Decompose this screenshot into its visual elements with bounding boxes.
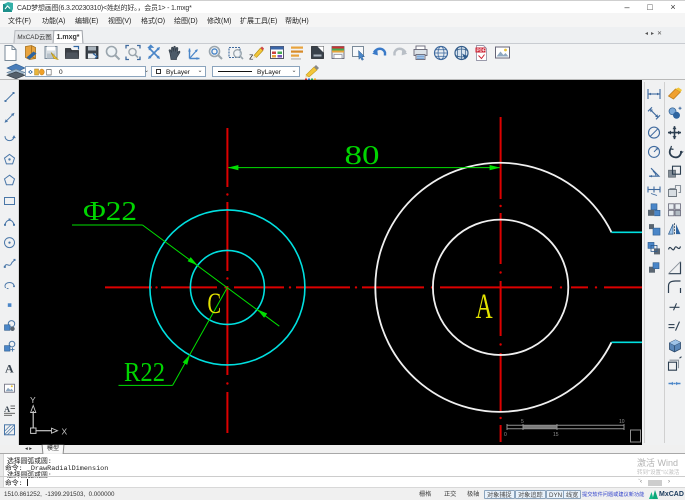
svg-text:0: 0	[504, 432, 507, 438]
svg-text:Y: Y	[30, 395, 36, 405]
svg-text:PDF: PDF	[477, 48, 486, 53]
svg-text:10: 10	[619, 419, 625, 425]
svg-text:A: A	[476, 286, 493, 326]
svg-text:A: A	[4, 404, 11, 414]
svg-text:A: A	[5, 361, 14, 375]
svg-text:5: 5	[521, 419, 524, 425]
svg-text:R22: R22	[124, 357, 165, 387]
svg-text:z: z	[249, 52, 254, 62]
svg-text:Φ22: Φ22	[83, 196, 137, 226]
svg-text:X: X	[62, 427, 68, 437]
svg-text:80: 80	[345, 140, 380, 170]
svg-text:15: 15	[553, 432, 559, 438]
svg-text:C: C	[208, 287, 222, 320]
